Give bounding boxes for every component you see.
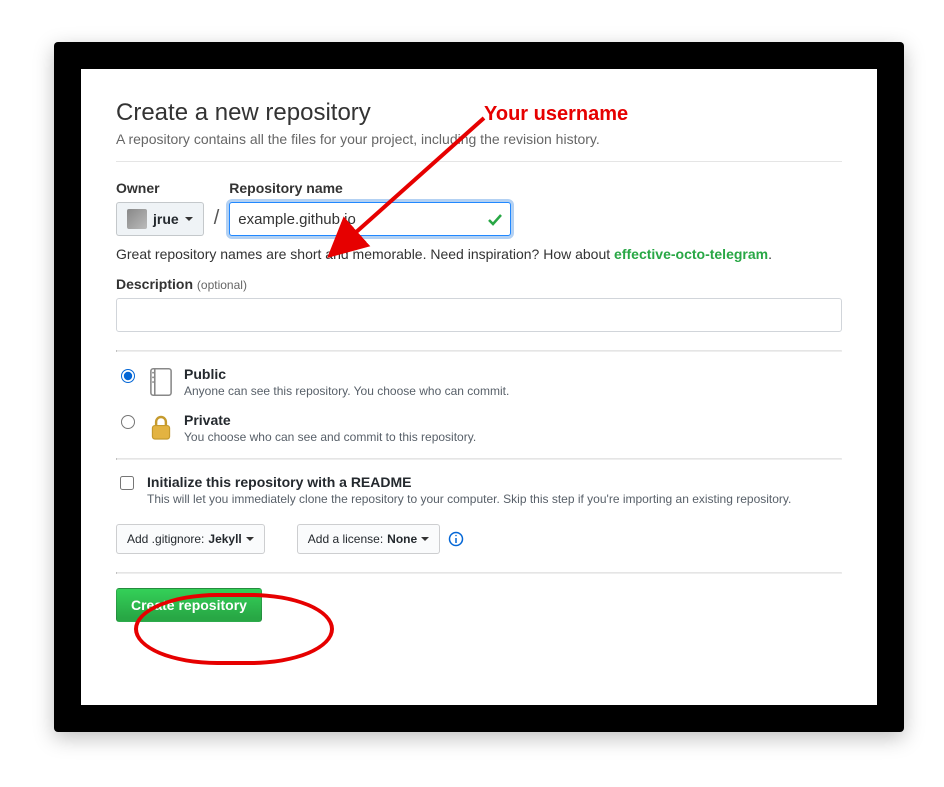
init-readme-title: Initialize this repository with a README [147, 474, 791, 490]
divider [116, 350, 842, 352]
info-icon[interactable] [448, 531, 464, 547]
owner-select-button[interactable]: jrue [116, 202, 204, 236]
avatar [127, 209, 147, 229]
page-title: Create a new repository [116, 99, 842, 127]
visibility-private-desc: You choose who can see and commit to thi… [184, 430, 842, 444]
owner-name: jrue [153, 211, 179, 227]
repo-name-suggestion-link[interactable]: effective-octo-telegram [614, 246, 768, 262]
license-select-button[interactable]: Add a license: None [297, 524, 440, 554]
caret-down-icon [421, 537, 429, 541]
visibility-public-title: Public [184, 366, 842, 382]
visibility-public-desc: Anyone can see this repository. You choo… [184, 384, 842, 398]
gitignore-select-button[interactable]: Add .gitignore: Jekyll [116, 524, 265, 554]
visibility-private-radio[interactable] [121, 415, 135, 429]
visibility-private-title: Private [184, 412, 842, 428]
repo-name-hint: Great repository names are short and mem… [116, 246, 842, 262]
owner-label: Owner [116, 180, 204, 196]
repo-name-input[interactable] [229, 202, 511, 236]
slash-separator: / [212, 207, 222, 236]
description-input[interactable] [116, 298, 842, 332]
lock-icon [148, 412, 174, 444]
repo-name-label: Repository name [229, 180, 511, 196]
create-repository-button[interactable]: Create repository [116, 588, 262, 622]
visibility-public-radio[interactable] [121, 369, 135, 383]
page-subtitle: A repository contains all the files for … [116, 131, 842, 147]
repo-icon [148, 366, 174, 398]
divider [116, 572, 842, 574]
divider [116, 458, 842, 460]
check-icon [487, 211, 503, 227]
init-readme-checkbox[interactable] [120, 476, 134, 490]
screenshot-frame: Create a new repository A repository con… [54, 42, 904, 732]
caret-down-icon [246, 537, 254, 541]
create-repo-form: Create a new repository A repository con… [81, 69, 877, 705]
description-label: Description (optional) [116, 276, 842, 292]
divider [116, 161, 842, 162]
caret-down-icon [185, 217, 193, 221]
init-readme-desc: This will let you immediately clone the … [147, 492, 791, 506]
